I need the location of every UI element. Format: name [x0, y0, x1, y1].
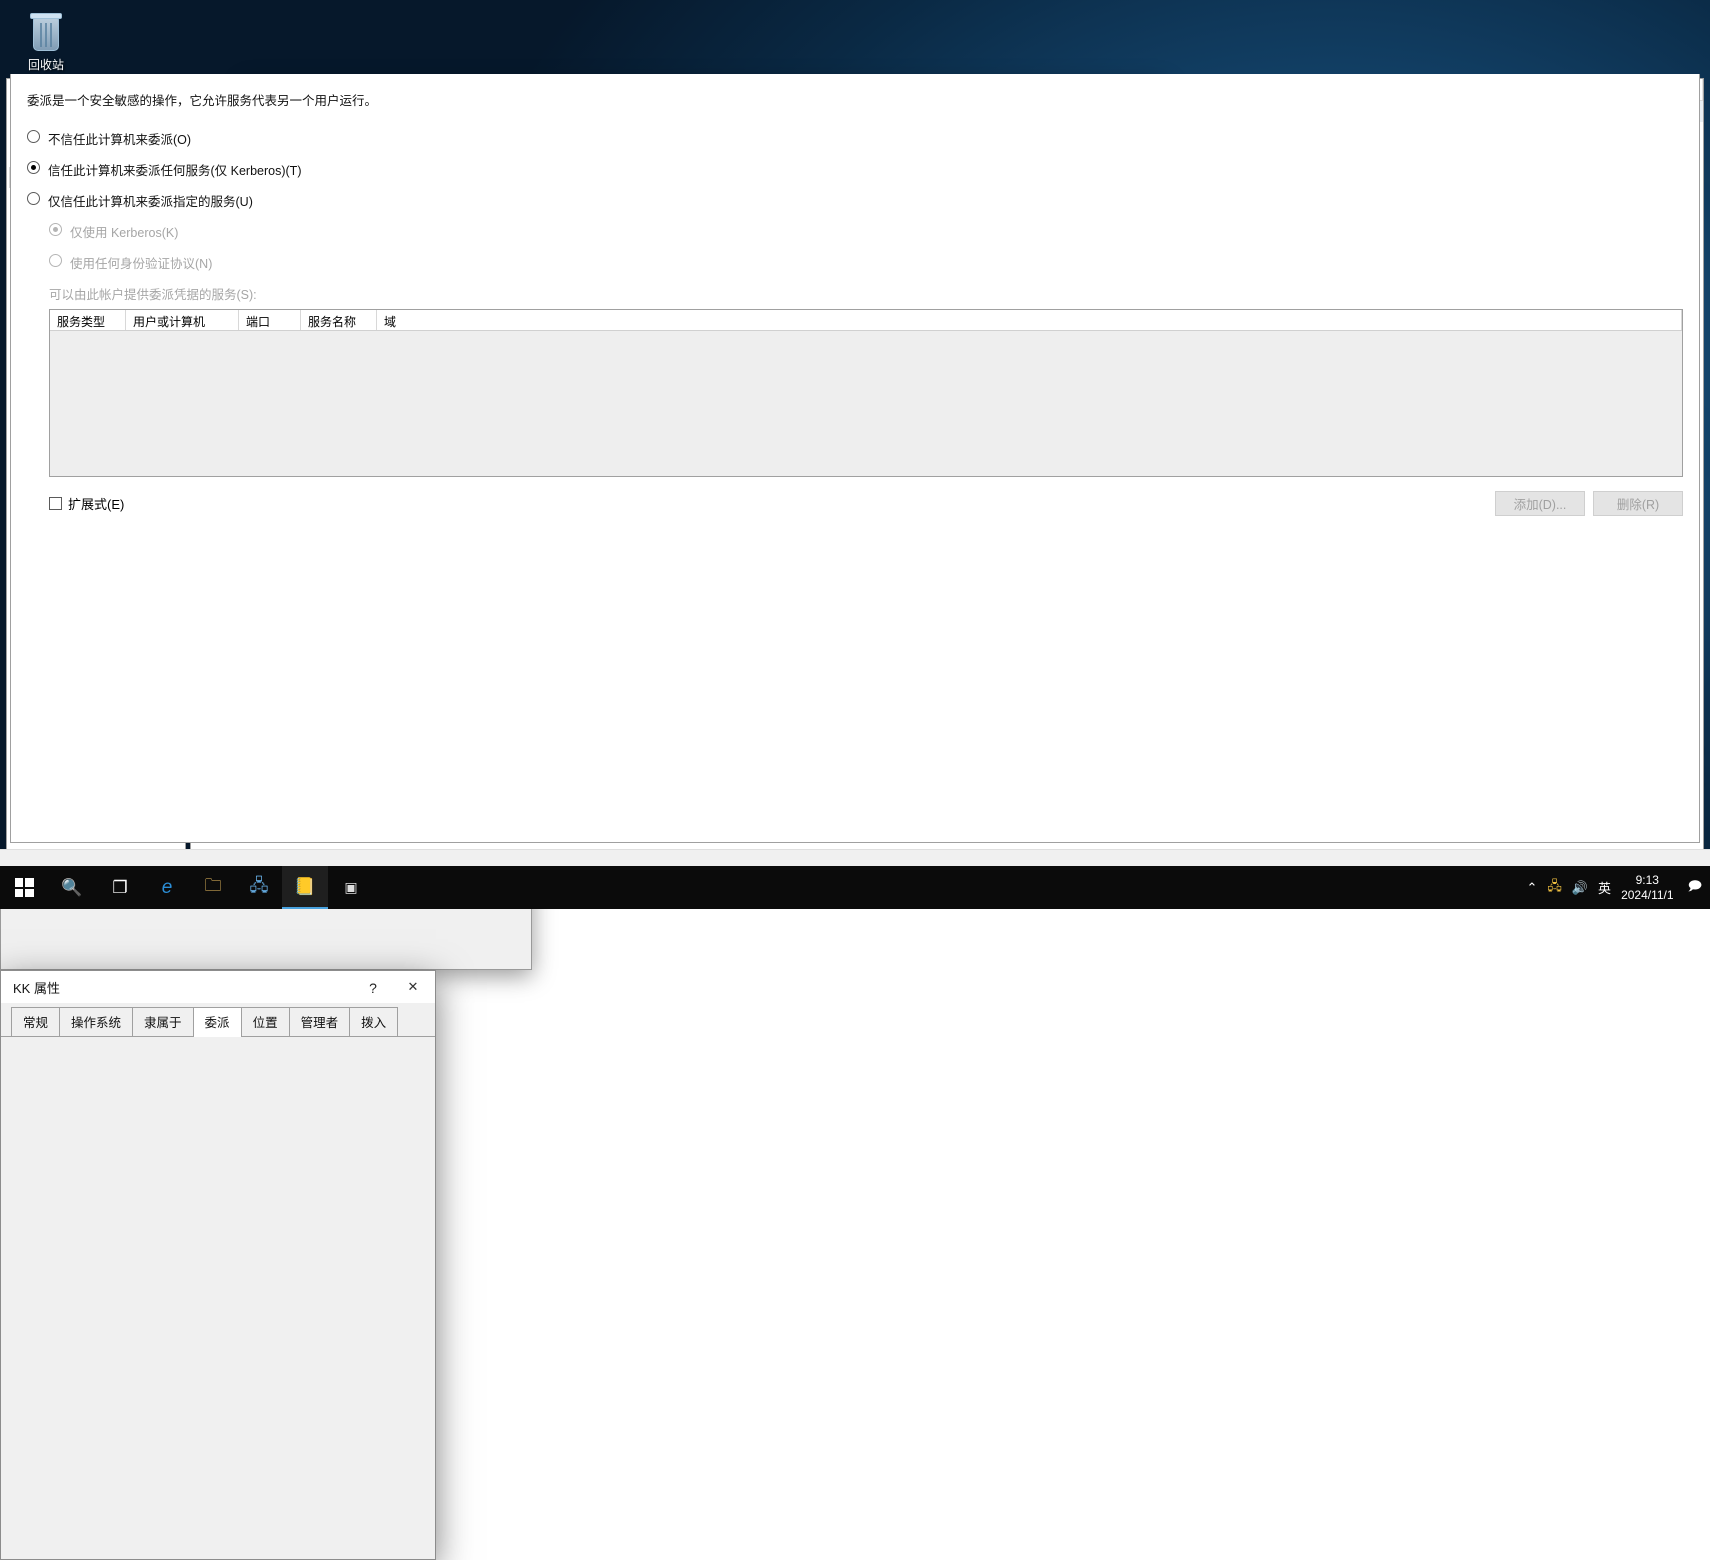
radio-label: 不信任此计算机来委派(O) [48, 133, 192, 147]
search-button[interactable]: 🔍 [48, 866, 96, 909]
system-tray[interactable]: ⌃ 🖧 🔊 英 9:13 2024/11/1 🗩 [1526, 873, 1710, 903]
radio-trust-any-service-kerberos[interactable]: 信任此计算机来委派任何服务(仅 Kerberos)(T) [27, 160, 1683, 179]
services-list-label: 可以由此帐户提供委派凭据的服务(S): [49, 288, 257, 302]
add-button[interactable]: 添加(D)... [1495, 491, 1585, 516]
clock[interactable]: 9:13 2024/11/1 [1621, 873, 1678, 903]
tray-chevron-up-icon[interactable]: ⌃ [1526, 880, 1537, 896]
command-prompt-icon: ▣ [344, 879, 358, 895]
column-header-domain[interactable]: 域 [377, 310, 1682, 330]
task-view-button[interactable]: ❐ [96, 866, 144, 909]
radio-label: 使用任何身份验证协议(N) [70, 257, 213, 271]
radio-label: 信任此计算机来委派任何服务(仅 Kerberos)(T) [48, 164, 302, 178]
list-action-buttons: 添加(D)... 删除(R) [1495, 491, 1683, 516]
clock-time: 9:13 [1635, 872, 1659, 887]
delegation-services-listbox[interactable]: 服务类型 用户或计算机 端口 服务名称 域 [49, 309, 1683, 477]
radio-label: 仅使用 Kerberos(K) [70, 226, 179, 240]
properties-tabstrip[interactable]: 常规 操作系统 隶属于 委派 位置 管理者 拨入 [1, 1007, 435, 1037]
tab-location[interactable]: 位置 [240, 1007, 290, 1036]
radio-button-selected-icon[interactable] [27, 161, 40, 174]
column-header-service-name[interactable]: 服务名称 [301, 310, 377, 330]
search-icon: 🔍 [61, 877, 83, 897]
ime-indicator[interactable]: 英 [1598, 878, 1611, 897]
kk-properties-dialog[interactable]: KK 属性 ? ✕ 常规 操作系统 隶属于 委派 位置 管理者 拨入 委派是一个… [0, 74, 1710, 1560]
properties-dialog-title: KK 属性 [13, 980, 60, 996]
radio-any-auth-protocol: 使用任何身份验证协议(N) [49, 253, 1683, 272]
active-directory-icon: 📒 [294, 876, 316, 896]
checkbox-expanded-icon[interactable] [49, 497, 62, 510]
taskbar-internet-explorer[interactable]: e [144, 866, 190, 909]
radio-button-disabled-icon [49, 254, 62, 267]
network-icon[interactable]: 🖧 [1547, 877, 1562, 899]
task-view-icon: ❐ [112, 877, 128, 897]
tab-dial-in[interactable]: 拨入 [349, 1007, 399, 1036]
taskbar-file-explorer[interactable]: 🗀 [190, 866, 236, 909]
recycle-bin-icon [29, 12, 63, 52]
help-button[interactable]: ? [355, 972, 391, 1004]
taskbar-command-prompt[interactable]: ▣ [328, 866, 374, 909]
tab-member-of[interactable]: 隶属于 [132, 1007, 194, 1036]
column-header-service-type[interactable]: 服务类型 [50, 310, 126, 330]
server-manager-icon: 🖧 [249, 876, 269, 895]
column-header-port[interactable]: 端口 [239, 310, 301, 330]
taskbar-server-manager[interactable]: 🖧 [236, 866, 282, 909]
delegation-description: 委派是一个安全敏感的操作，它允许服务代表另一个用户运行。 [27, 94, 378, 108]
radio-kerberos-only: 仅使用 Kerberos(K) [49, 222, 1683, 241]
radio-label: 仅信任此计算机来委派指定的服务(U) [48, 195, 253, 209]
column-header-user-or-computer[interactable]: 用户或计算机 [126, 310, 239, 330]
tab-delegation[interactable]: 委派 [192, 1007, 242, 1037]
radio-button-icon[interactable] [27, 192, 40, 205]
tab-managed-by[interactable]: 管理者 [288, 1007, 351, 1036]
recycle-bin-label: 回收站 [27, 58, 64, 72]
delegation-tab-panel: 委派是一个安全敏感的操作，它允许服务代表另一个用户运行。 不信任此计算机来委派(… [10, 74, 1700, 843]
delegation-options-row: 扩展式(E) 添加(D)... 删除(R) [49, 491, 1683, 516]
radio-button-disabled-icon [49, 223, 62, 236]
notifications-icon[interactable]: 🗩 [1688, 877, 1702, 899]
clock-date: 2024/11/1 [1621, 887, 1674, 902]
start-button[interactable] [0, 866, 48, 909]
file-explorer-icon: 🗀 [204, 876, 222, 895]
radio-button-icon[interactable] [27, 130, 40, 143]
tab-general[interactable]: 常规 [11, 1007, 61, 1036]
radio-trust-specified-services[interactable]: 仅信任此计算机来委派指定的服务(U) [27, 191, 1683, 210]
expanded-checkbox-label[interactable]: 扩展式(E) [68, 494, 124, 513]
properties-dialog-window-buttons[interactable]: ? ✕ [355, 972, 435, 1002]
remove-button[interactable]: 删除(R) [1593, 491, 1683, 516]
taskbar-active-directory[interactable]: 📒 [282, 866, 328, 909]
volume-icon[interactable]: 🔊 [1572, 880, 1588, 896]
properties-dialog-titlebar[interactable]: KK 属性 ? ✕ [1, 971, 435, 1003]
windows-logo-icon [14, 878, 34, 897]
close-button[interactable]: ✕ [391, 972, 435, 1002]
tab-operating-system[interactable]: 操作系统 [59, 1007, 134, 1036]
taskbar[interactable]: 🔍 ❐ e 🗀 🖧 📒 ▣ ⌃ 🖧 🔊 英 9:13 2024/11/1 🗩 [0, 866, 1710, 909]
desktop-icon-recycle-bin[interactable]: 回收站 [10, 12, 82, 73]
radio-do-not-trust[interactable]: 不信任此计算机来委派(O) [27, 129, 1683, 148]
internet-explorer-icon: e [161, 876, 173, 898]
services-list-header[interactable]: 服务类型 用户或计算机 端口 服务名称 域 [50, 310, 1682, 331]
